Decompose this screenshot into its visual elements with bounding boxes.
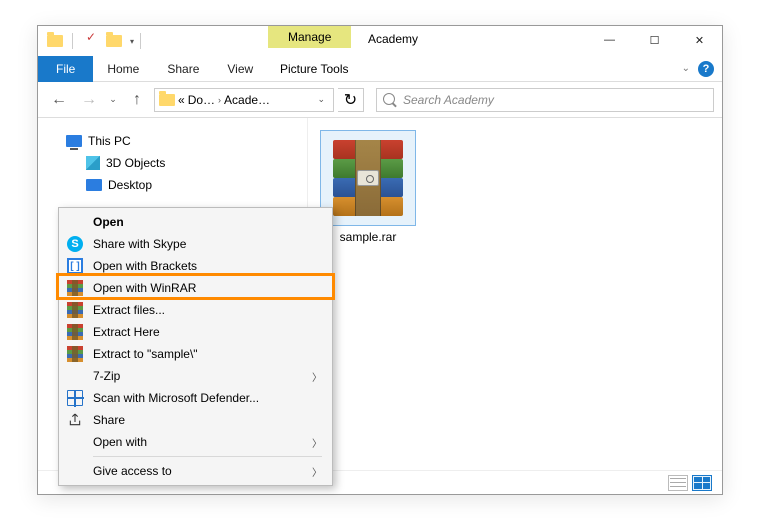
menu-label: Extract files... [93, 303, 322, 317]
menu-item-extract-to[interactable]: Extract to "sample\" [61, 343, 330, 365]
blank-icon [65, 212, 85, 232]
new-folder-icon[interactable] [103, 30, 125, 52]
menu-item-open-brackets[interactable]: [ ] Open with Brackets [61, 255, 330, 277]
chevron-right-icon: 〉 [312, 369, 322, 384]
rar-icon [333, 140, 403, 216]
quick-access-toolbar: ▾ [38, 30, 145, 52]
skype-icon: S [65, 234, 85, 254]
winrar-icon [65, 278, 85, 298]
blank-icon [65, 461, 85, 481]
titlebar: ▾ Manage Academy — ☐ ✕ [38, 26, 722, 56]
separator [72, 33, 73, 49]
winrar-icon [65, 300, 85, 320]
minimize-button[interactable]: — [587, 26, 632, 54]
picture-tools-tab[interactable]: Picture Tools [268, 62, 360, 76]
maximize-button[interactable]: ☐ [632, 26, 677, 54]
tree-label: This PC [88, 134, 131, 148]
address-dropdown-icon[interactable]: ⌄ [313, 94, 329, 105]
blank-icon [65, 366, 85, 386]
search-icon [383, 93, 395, 107]
defender-icon [65, 388, 85, 408]
brackets-icon: [ ] [65, 256, 85, 276]
pc-icon [66, 135, 82, 147]
context-menu: Open S Share with Skype [ ] Open with Br… [58, 207, 333, 486]
address-segment[interactable]: Acade… [224, 93, 270, 107]
menu-item-open-with[interactable]: Open with 〉 [61, 431, 330, 453]
address-bar[interactable]: « Do… › Acade… ⌄ [154, 88, 334, 112]
close-button[interactable]: ✕ [677, 26, 722, 54]
menu-label: Open with WinRAR [93, 281, 322, 295]
window-title: Academy [368, 32, 418, 46]
menu-label: Share [93, 413, 322, 427]
menu-item-extract-files[interactable]: Extract files... [61, 299, 330, 321]
address-segment[interactable]: Do… [188, 93, 215, 107]
menu-item-extract-here[interactable]: Extract Here [61, 321, 330, 343]
menu-item-open[interactable]: Open [61, 211, 330, 233]
menu-item-defender[interactable]: Scan with Microsoft Defender... [61, 387, 330, 409]
search-input[interactable] [401, 92, 707, 108]
chevron-right-icon[interactable]: › [218, 95, 221, 105]
help-icon[interactable]: ? [698, 61, 714, 77]
folder-icon[interactable] [44, 30, 66, 52]
ribbon-collapse-icon[interactable]: ⌄ [682, 63, 690, 74]
menu-label: Extract to "sample\" [93, 347, 322, 361]
menu-separator [93, 456, 322, 457]
menu-item-share-skype[interactable]: S Share with Skype [61, 233, 330, 255]
file-thumbnail [320, 130, 416, 226]
menu-label: Extract Here [93, 325, 322, 339]
manage-contextual-tab[interactable]: Manage [268, 26, 351, 48]
navigation-bar: ← → ⌄ ↑ « Do… › Acade… ⌄ ↻ [38, 82, 722, 118]
winrar-icon [65, 344, 85, 364]
qat-dropdown-icon[interactable]: ▾ [130, 37, 134, 46]
share-tab[interactable]: Share [153, 56, 213, 82]
menu-item-open-winrar[interactable]: Open with WinRAR [61, 277, 330, 299]
share-icon [65, 410, 85, 430]
details-view-button[interactable] [668, 475, 688, 491]
up-button[interactable]: ↑ [124, 87, 150, 113]
properties-icon[interactable] [79, 30, 101, 52]
winrar-icon [65, 322, 85, 342]
home-tab[interactable]: Home [93, 56, 153, 82]
search-box[interactable] [376, 88, 714, 112]
chevron-right-icon: 〉 [312, 464, 322, 479]
menu-label: 7-Zip [93, 369, 304, 383]
ribbon-tabs: File Home Share View Picture Tools ⌄ ? [38, 56, 722, 82]
address-prefix: « [178, 93, 185, 107]
tree-item-3d-objects[interactable]: 3D Objects [38, 152, 307, 174]
menu-label: Give access to [93, 464, 304, 478]
menu-label: Open with [93, 435, 304, 449]
separator [140, 33, 141, 49]
window-controls: — ☐ ✕ [587, 26, 722, 54]
chevron-right-icon: 〉 [312, 435, 322, 450]
folder-icon [159, 94, 175, 106]
file-item-sample-rar[interactable]: sample.rar [320, 130, 416, 244]
menu-label: Open with Brackets [93, 259, 322, 273]
back-button[interactable]: ← [46, 87, 72, 113]
file-pane[interactable]: sample.rar [308, 118, 722, 466]
tree-label: Desktop [108, 178, 152, 192]
tree-item-this-pc[interactable]: This PC [38, 130, 307, 152]
menu-item-7zip[interactable]: 7-Zip 〉 [61, 365, 330, 387]
tree-label: 3D Objects [106, 156, 165, 170]
view-tab[interactable]: View [213, 56, 267, 82]
file-tab[interactable]: File [38, 56, 93, 82]
refresh-button[interactable]: ↻ [338, 88, 364, 112]
menu-item-share[interactable]: Share [61, 409, 330, 431]
file-label: sample.rar [320, 230, 416, 244]
menu-label: Share with Skype [93, 237, 322, 251]
forward-button[interactable]: → [76, 87, 102, 113]
tree-item-desktop[interactable]: Desktop [38, 174, 307, 196]
menu-item-give-access[interactable]: Give access to 〉 [61, 460, 330, 482]
menu-label: Scan with Microsoft Defender... [93, 391, 322, 405]
recent-locations-button[interactable]: ⌄ [106, 87, 120, 113]
cube-icon [86, 156, 100, 170]
menu-label: Open [93, 215, 322, 229]
blank-icon [65, 432, 85, 452]
desktop-icon [86, 179, 102, 191]
large-icons-view-button[interactable] [692, 475, 712, 491]
